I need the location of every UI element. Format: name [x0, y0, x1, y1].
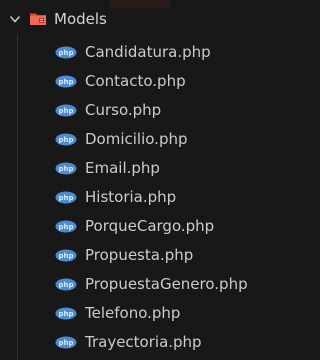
file-row[interactable]: php Domicilio.php — [0, 125, 265, 154]
svg-text:php: php — [58, 49, 73, 57]
file-row[interactable]: php Propuesta.php — [0, 241, 265, 270]
file-label: Telefono.php — [85, 304, 181, 322]
file-row[interactable]: php Historia.php — [0, 183, 265, 212]
file-row[interactable]: php Contacto.php — [0, 67, 265, 96]
file-row[interactable]: php Curso.php — [0, 96, 265, 125]
file-list: php Candidatura.php php Contacto.php php Curs… — [0, 38, 265, 357]
php-elephant-icon: php — [55, 220, 77, 233]
file-label: Email.php — [85, 159, 160, 177]
svg-text:php: php — [58, 281, 73, 289]
file-label: Curso.php — [85, 101, 162, 119]
svg-text:php: php — [58, 339, 73, 347]
php-elephant-icon: php — [55, 278, 77, 291]
file-label: PorqueCargo.php — [85, 217, 215, 235]
file-row[interactable]: php Trayectoria.php — [0, 328, 265, 357]
php-elephant-icon: php — [55, 46, 77, 59]
php-elephant-icon: php — [55, 104, 77, 117]
php-elephant-icon: php — [55, 133, 77, 146]
svg-text:php: php — [58, 136, 73, 144]
svg-text:php: php — [58, 252, 73, 260]
svg-text:php: php — [58, 310, 73, 318]
folder-models-icon — [30, 13, 46, 25]
file-row[interactable]: php Telefono.php — [0, 299, 265, 328]
file-label: Propuesta.php — [85, 246, 194, 264]
file-explorer: Models php Candidatura.php php Contacto.php… — [0, 0, 265, 360]
file-label: Candidatura.php — [85, 43, 211, 61]
file-row[interactable]: php Candidatura.php — [0, 38, 265, 67]
php-elephant-icon: php — [55, 191, 77, 204]
file-label: Historia.php — [85, 188, 177, 206]
file-row[interactable]: php PropuestaGenero.php — [0, 270, 265, 299]
file-label: PropuestaGenero.php — [85, 275, 248, 293]
svg-text:php: php — [58, 165, 73, 173]
file-row[interactable]: php Email.php — [0, 154, 265, 183]
php-elephant-icon: php — [55, 249, 77, 262]
svg-text:php: php — [58, 107, 73, 115]
folder-label: Models — [54, 10, 107, 28]
file-label: Domicilio.php — [85, 130, 188, 148]
file-label: Trayectoria.php — [85, 333, 202, 351]
php-elephant-icon: php — [55, 336, 77, 349]
php-elephant-icon: php — [55, 307, 77, 320]
chevron-down-icon[interactable] — [9, 14, 21, 24]
svg-text:php: php — [58, 194, 73, 202]
php-elephant-icon: php — [55, 75, 77, 88]
folder-row-models[interactable]: Models — [0, 6, 265, 32]
svg-text:php: php — [58, 223, 73, 231]
file-row[interactable]: php PorqueCargo.php — [0, 212, 265, 241]
file-label: Contacto.php — [85, 72, 186, 90]
svg-text:php: php — [58, 78, 73, 86]
php-elephant-icon: php — [55, 162, 77, 175]
